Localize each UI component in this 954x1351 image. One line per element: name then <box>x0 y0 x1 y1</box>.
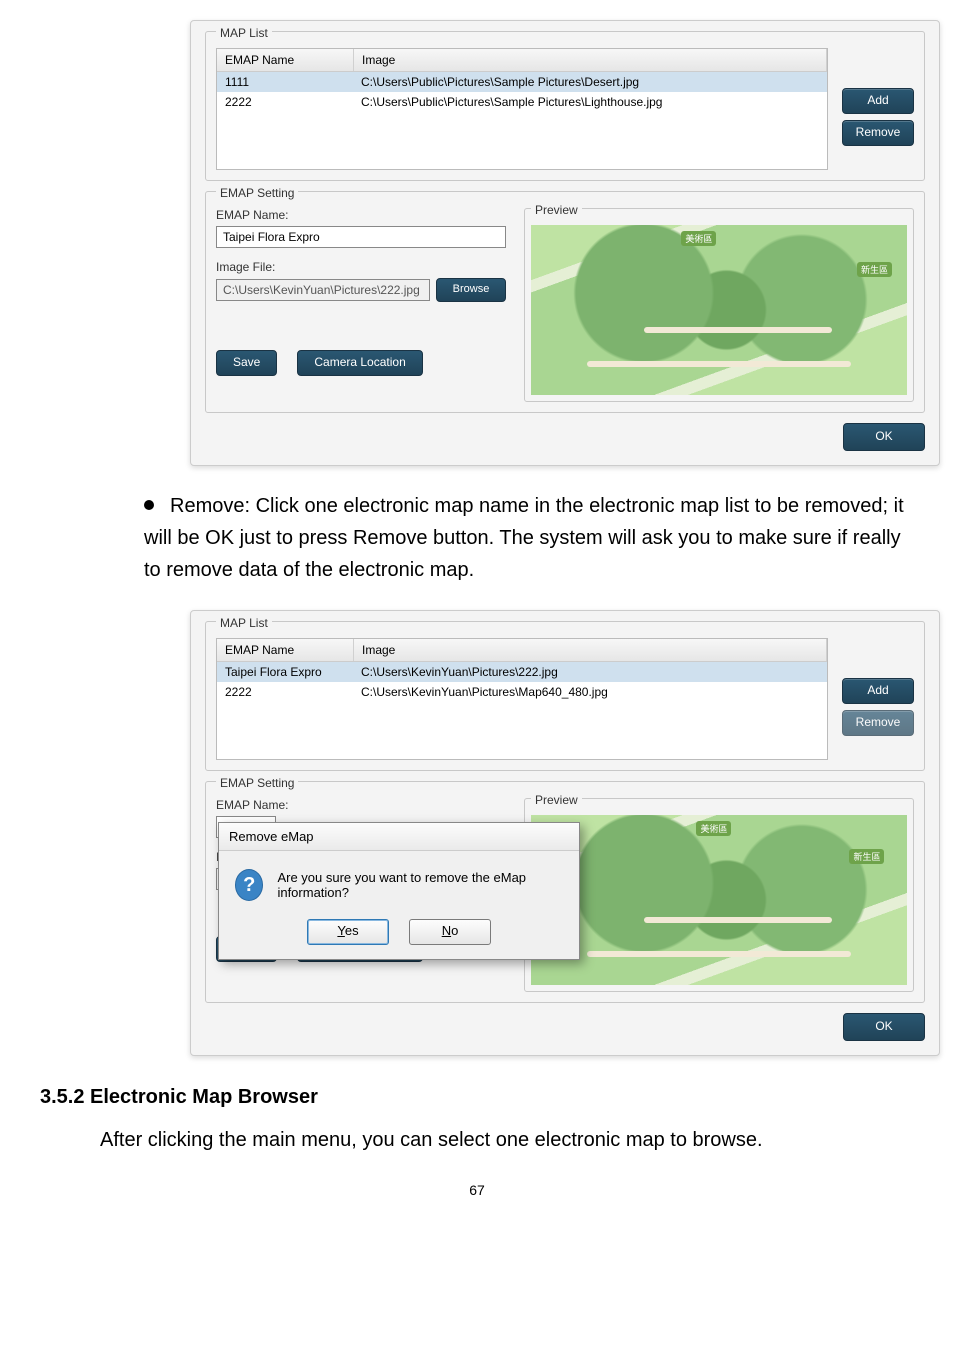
camera-location-button[interactable]: Camera Location <box>297 350 422 376</box>
emap-setting-group: EMAP Setting EMAP Name: Image Fil Save C… <box>205 781 925 1003</box>
bullet-text: Remove: Click one electronic map name in… <box>144 495 904 581</box>
save-button[interactable]: Save <box>216 350 277 376</box>
emap-list[interactable]: EMAP Name Image 1111 C:\Users\Public\Pic… <box>216 48 828 170</box>
preview-title: Preview <box>531 203 582 217</box>
dialog-emap-1: MAP List EMAP Name Image 1111 C:\Users\P… <box>190 20 940 466</box>
preview-image: 美術區 新生區 <box>531 225 907 395</box>
image-file-label: Image File: <box>216 260 506 274</box>
cell-image: C:\Users\Public\Pictures\Sample Pictures… <box>353 72 827 92</box>
list-row[interactable]: 2222 C:\Users\Public\Pictures\Sample Pic… <box>217 92 827 112</box>
preview-group: Preview 美術區 新生區 <box>524 798 914 992</box>
ok-button[interactable]: OK <box>843 423 925 451</box>
bullet-remove: Remove: Click one electronic map name in… <box>144 490 914 586</box>
map-list-title: MAP List <box>216 26 272 40</box>
add-button[interactable]: Add <box>842 88 914 114</box>
emap-list[interactable]: EMAP Name Image Taipei Flora Expro C:\Us… <box>216 638 828 760</box>
no-button[interactable]: No <box>409 919 491 945</box>
msgbox-text: Are you sure you want to remove the eMap… <box>277 870 563 900</box>
emap-name-input[interactable] <box>216 226 506 248</box>
remove-button[interactable]: Remove <box>842 710 914 736</box>
list-header: EMAP Name Image <box>217 639 827 662</box>
list-row[interactable]: 2222 C:\Users\KevinYuan\Pictures\Map640_… <box>217 682 827 702</box>
emap-name-label: EMAP Name: <box>216 798 506 812</box>
cell-name: 2222 <box>217 92 353 112</box>
ok-button[interactable]: OK <box>843 1013 925 1041</box>
emap-setting-title: EMAP Setting <box>216 186 298 200</box>
cell-name: 2222 <box>217 682 353 702</box>
map-list-group: MAP List EMAP Name Image 1111 C:\Users\P… <box>205 31 925 181</box>
list-row[interactable]: 1111 C:\Users\Public\Pictures\Sample Pic… <box>217 72 827 92</box>
map-list-group: MAP List EMAP Name Image Taipei Flora Ex… <box>205 621 925 771</box>
preview-image: 美術區 新生區 <box>531 815 907 985</box>
cell-image: C:\Users\KevinYuan\Pictures\Map640_480.j… <box>353 682 827 702</box>
remove-button[interactable]: Remove <box>842 120 914 146</box>
body-paragraph: After clicking the main menu, you can se… <box>100 1129 914 1152</box>
emap-name-label: EMAP Name: <box>216 208 506 222</box>
col-header-name: EMAP Name <box>217 639 354 661</box>
cell-image: C:\Users\Public\Pictures\Sample Pictures… <box>353 92 827 112</box>
list-header: EMAP Name Image <box>217 49 827 72</box>
cell-name: 1111 <box>217 72 353 92</box>
map-list-title: MAP List <box>216 616 272 630</box>
preview-group: Preview 美術區 新生區 <box>524 208 914 402</box>
col-header-name: EMAP Name <box>217 49 354 71</box>
emap-setting-title: EMAP Setting <box>216 776 298 790</box>
yes-button[interactable]: Yes <box>307 919 389 945</box>
msgbox-title: Remove eMap <box>219 823 579 851</box>
col-header-image: Image <box>354 49 827 71</box>
question-icon: ? <box>235 869 263 901</box>
dialog-emap-2: MAP List EMAP Name Image Taipei Flora Ex… <box>190 610 940 1056</box>
section-heading: 3.5.2 Electronic Map Browser <box>40 1086 914 1109</box>
cell-image: C:\Users\KevinYuan\Pictures\222.jpg <box>353 662 827 682</box>
emap-setting-group: EMAP Setting EMAP Name: Image File: Brow… <box>205 191 925 413</box>
browse-button[interactable]: Browse <box>436 278 506 302</box>
cell-name: Taipei Flora Expro <box>217 662 353 682</box>
preview-title: Preview <box>531 793 582 807</box>
bullet-icon <box>144 500 154 510</box>
page-number: 67 <box>40 1182 914 1198</box>
remove-confirm-dialog: Remove eMap ? Are you sure you want to r… <box>218 822 580 960</box>
image-file-input[interactable] <box>216 279 430 301</box>
col-header-image: Image <box>354 639 827 661</box>
add-button[interactable]: Add <box>842 678 914 704</box>
list-row[interactable]: Taipei Flora Expro C:\Users\KevinYuan\Pi… <box>217 662 827 682</box>
